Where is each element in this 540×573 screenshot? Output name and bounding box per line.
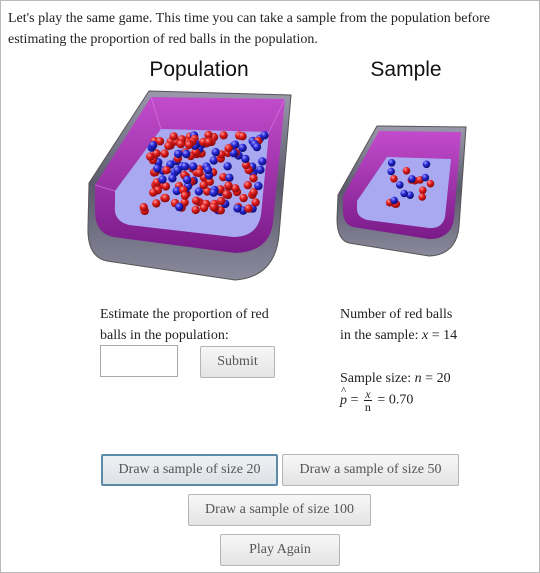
population-ball: [168, 174, 177, 183]
population-ball: [224, 144, 233, 153]
population-ball: [162, 166, 171, 175]
sample-ball: [419, 186, 427, 195]
population-ball: [184, 140, 194, 150]
intro-text: Let's play the same game. This time you …: [8, 11, 491, 47]
sample-ball: [390, 175, 398, 183]
population-ball: [256, 165, 265, 174]
sample-ball: [418, 193, 426, 201]
population-ball: [219, 131, 228, 140]
population-ball: [169, 132, 178, 141]
population-ball: [183, 175, 192, 185]
population-ball: [149, 188, 158, 197]
sample-size-var: n: [414, 371, 422, 386]
population-ball: [211, 148, 220, 157]
red-count-var: x: [422, 328, 429, 343]
population-ball: [158, 175, 167, 184]
app-panel: Let's play the same game. This time you …: [0, 0, 540, 573]
population-ball: [233, 204, 242, 213]
sample-ball: [400, 189, 408, 198]
population-ball: [199, 181, 208, 190]
phat-value: 0.70: [388, 392, 414, 408]
sample-ball: [387, 167, 395, 176]
population-ball: [176, 139, 185, 149]
sample-size-prefix: Sample size:: [340, 371, 412, 386]
population-ball: [238, 143, 247, 153]
population-ball: [251, 198, 260, 207]
population-ball: [148, 141, 158, 150]
proportion-formula: p = x n = 0.70: [340, 381, 530, 422]
population-ball: [174, 149, 183, 159]
population-ball: [195, 168, 204, 177]
population-ball: [152, 199, 161, 208]
play-again-button[interactable]: Play Again: [220, 534, 340, 566]
population-ball: [249, 174, 258, 183]
population-ball: [146, 152, 155, 161]
population-ball: [180, 162, 190, 171]
population-ball: [222, 190, 231, 199]
sample-size-label: Sample size: n = 20: [340, 371, 451, 386]
estimate-label: Estimate the proportion of red balls in …: [100, 304, 300, 346]
population-ball: [239, 193, 248, 203]
estimate-input[interactable]: [100, 345, 178, 377]
population-ball: [153, 164, 162, 173]
population-ball: [217, 196, 226, 206]
population-ball: [161, 193, 170, 203]
population-ball: [260, 131, 269, 140]
population-ball: [252, 142, 262, 152]
draw-sample-20-button[interactable]: Draw a sample of size 20: [101, 454, 278, 486]
population-ball: [258, 157, 267, 166]
estimate-label-line1: Estimate the proportion of red: [100, 307, 269, 322]
population-heading: Population: [149, 58, 249, 81]
population-ball: [180, 191, 190, 200]
population-ball: [204, 137, 213, 147]
draw-sample-50-button[interactable]: Draw a sample of size 50: [282, 454, 459, 486]
sample-heading: Sample: [370, 58, 442, 81]
population-ball: [204, 165, 213, 175]
submit-button[interactable]: Submit: [200, 346, 275, 378]
sample-ball: [421, 173, 430, 182]
sample-ball: [426, 179, 435, 188]
sample-size-value: 20: [436, 371, 451, 386]
population-ball: [223, 162, 232, 171]
population-ball: [192, 196, 201, 205]
population-ball: [160, 149, 169, 158]
sample-ball: [396, 181, 404, 189]
sample-ball: [390, 196, 398, 205]
population-ball: [244, 204, 253, 213]
population-ball: [238, 132, 247, 141]
draw-sample-100-button[interactable]: Draw a sample of size 100: [188, 494, 371, 526]
population-ball: [139, 203, 148, 212]
population-ball: [199, 203, 209, 213]
population-ball: [189, 162, 198, 171]
phat-denominator: n: [364, 400, 371, 414]
population-ball: [175, 202, 184, 212]
sample-ball: [387, 159, 396, 167]
population-ball: [173, 166, 182, 175]
phat-fraction: x n: [363, 388, 372, 414]
population-ball: [191, 205, 200, 215]
population-ball: [209, 188, 218, 197]
red-count-prefix: in the sample:: [340, 328, 419, 343]
population-ball: [164, 141, 173, 151]
sample-box: [336, 125, 467, 257]
population-ball: [243, 181, 252, 190]
population-ball: [209, 202, 218, 212]
red-count-label: Number of red balls in the sample: x = 1…: [340, 307, 458, 343]
population-ball: [254, 181, 263, 191]
phat-symbol: p: [340, 381, 347, 411]
population-ball: [241, 154, 250, 164]
red-count-line1: Number of red balls: [340, 307, 453, 322]
population-ball: [225, 173, 234, 182]
population-box: [87, 90, 292, 281]
population-ball: [182, 149, 191, 159]
red-count-value: 14: [443, 328, 458, 343]
population-ball: [224, 181, 233, 190]
sample-ball: [408, 175, 416, 183]
estimate-label-line2: balls in the population:: [100, 328, 229, 343]
sample-ball: [422, 160, 431, 169]
sample-ball: [402, 167, 411, 175]
